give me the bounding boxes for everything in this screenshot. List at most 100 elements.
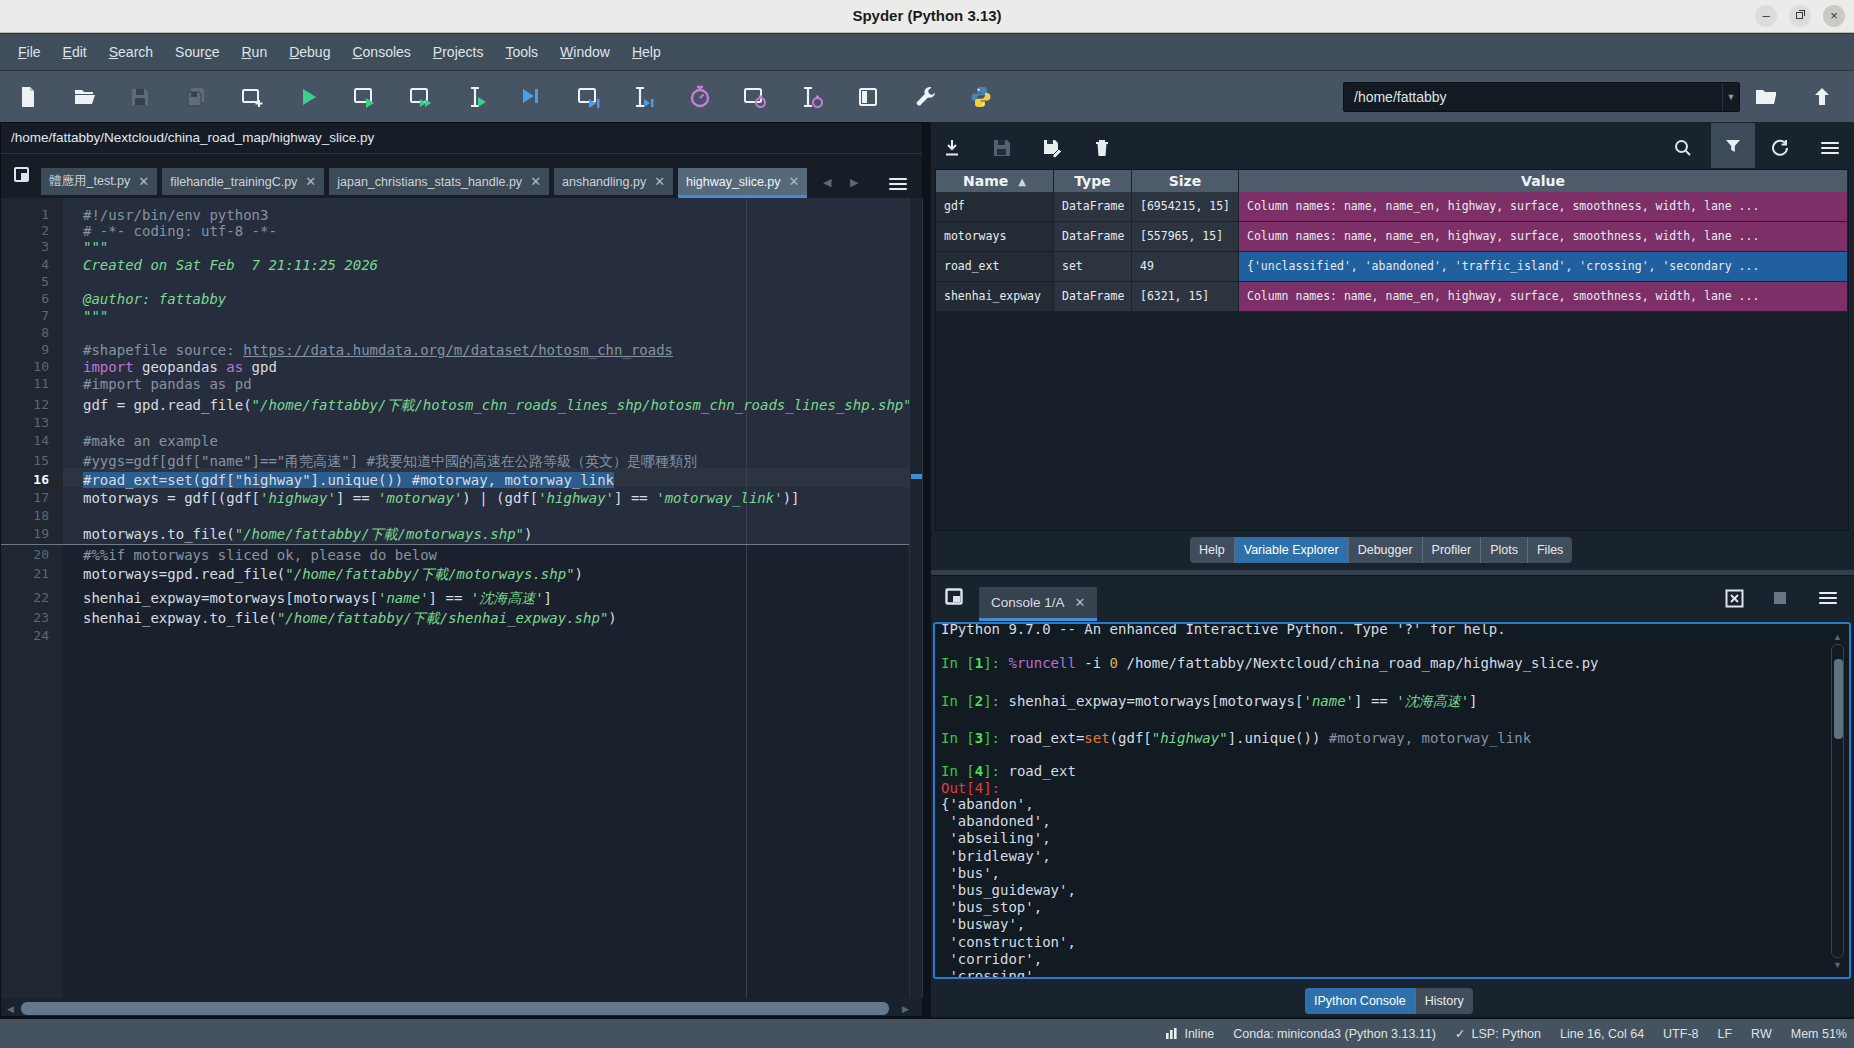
tab-debugger[interactable]: Debugger bbox=[1349, 537, 1423, 563]
run-cell-advance-button[interactable] bbox=[406, 83, 434, 111]
menu-source[interactable]: Source bbox=[164, 44, 230, 60]
tab-variable-explorer[interactable]: Variable Explorer bbox=[1235, 537, 1349, 563]
close-icon[interactable]: ✕ bbox=[654, 174, 665, 189]
status-lsp: ✓LSP: Python bbox=[1455, 1026, 1541, 1041]
save-file-button[interactable] bbox=[126, 83, 154, 111]
profile-cell-button[interactable] bbox=[741, 83, 769, 111]
editor-tab[interactable]: 體應用_test.py✕ bbox=[41, 168, 157, 195]
status-plotting: Inline bbox=[1165, 1027, 1214, 1041]
scrollbar-thumb[interactable] bbox=[1834, 659, 1843, 739]
tab-profiler[interactable]: Profiler bbox=[1423, 537, 1482, 563]
import-data-icon[interactable] bbox=[937, 133, 967, 163]
menu-debug[interactable]: Debug bbox=[278, 44, 341, 60]
editor-tab[interactable]: anshandling.py✕ bbox=[554, 168, 673, 195]
menu-search[interactable]: Search bbox=[98, 44, 164, 60]
filter-variables-icon[interactable] bbox=[1711, 123, 1755, 168]
close-button[interactable]: × bbox=[1823, 5, 1845, 27]
tab-plots[interactable]: Plots bbox=[1481, 537, 1528, 563]
line-number: 13 bbox=[33, 414, 49, 432]
variable-name: motorways bbox=[936, 222, 1054, 252]
variable-row[interactable]: road_extset49{'unclassified', 'abandoned… bbox=[936, 252, 1848, 282]
scroll-left-icon[interactable]: ◀ bbox=[7, 1004, 14, 1014]
refresh-variables-icon[interactable] bbox=[1765, 133, 1795, 163]
menu-edit[interactable]: Edit bbox=[52, 44, 98, 60]
close-icon[interactable]: ✕ bbox=[1075, 595, 1086, 610]
scroll-right-icon[interactable]: ▶ bbox=[902, 1004, 909, 1014]
console-tab[interactable]: Console 1/A✕ bbox=[979, 587, 1097, 618]
remove-all-variables-icon[interactable] bbox=[1087, 133, 1117, 163]
close-icon[interactable]: ✕ bbox=[530, 174, 541, 189]
new-console-icon[interactable] bbox=[939, 582, 969, 612]
profile-selection-button[interactable] bbox=[798, 83, 826, 111]
close-icon[interactable]: ✕ bbox=[138, 174, 149, 189]
run-file-button[interactable] bbox=[294, 83, 322, 111]
save-all-button[interactable] bbox=[182, 83, 210, 111]
tab-help[interactable]: Help bbox=[1190, 537, 1235, 563]
browse-directory-button[interactable] bbox=[1752, 83, 1780, 111]
close-icon[interactable]: ✕ bbox=[305, 174, 316, 189]
editor-options-menu-icon[interactable] bbox=[889, 175, 907, 193]
new-file-button[interactable] bbox=[14, 83, 42, 111]
open-file-button[interactable] bbox=[70, 83, 98, 111]
maximize-button[interactable] bbox=[1789, 5, 1811, 27]
variable-explorer-options-icon[interactable] bbox=[1815, 133, 1845, 163]
column-header-size[interactable]: Size bbox=[1132, 170, 1239, 192]
parent-directory-button[interactable] bbox=[1808, 83, 1836, 111]
variable-row[interactable]: gdfDataFrame[6954215, 15]Column names: n… bbox=[936, 192, 1848, 222]
working-directory-combobox[interactable]: /home/fattabby▼ bbox=[1343, 82, 1740, 112]
run-selection-button[interactable] bbox=[462, 83, 490, 111]
menu-projects[interactable]: Projects bbox=[422, 44, 495, 60]
close-icon[interactable]: ✕ bbox=[789, 174, 800, 189]
run-cell-button[interactable] bbox=[350, 83, 378, 111]
tab-scroll-right-icon[interactable]: ▶ bbox=[850, 176, 858, 189]
scroll-up-icon[interactable]: ▲ bbox=[1833, 632, 1842, 642]
new-cell-button[interactable] bbox=[238, 83, 266, 111]
variable-type: DataFrame bbox=[1054, 222, 1132, 252]
scrollbar-thumb[interactable] bbox=[21, 1002, 889, 1015]
editor-tab[interactable]: highway_slice.py✕ bbox=[678, 168, 807, 195]
column-header-value[interactable]: Value bbox=[1239, 170, 1848, 192]
interrupt-kernel-icon[interactable] bbox=[1765, 583, 1795, 613]
profile-file-button[interactable] bbox=[686, 83, 714, 111]
tab-ipython-console[interactable]: IPython Console bbox=[1305, 988, 1416, 1014]
column-header-type[interactable]: Type bbox=[1054, 170, 1132, 192]
tab-files[interactable]: Files bbox=[1528, 537, 1572, 563]
column-header-name[interactable]: Name ▲ bbox=[936, 170, 1054, 192]
editor-horizontal-scrollbar[interactable]: ◀ ▶ bbox=[1, 1001, 924, 1017]
menu-consoles[interactable]: Consoles bbox=[341, 44, 421, 60]
menu-run[interactable]: Run bbox=[230, 44, 278, 60]
ipython-console[interactable]: ▲ ▼ IPython 9.7.0 -- An enhanced Interac… bbox=[933, 622, 1851, 979]
menu-help[interactable]: Help bbox=[621, 44, 672, 60]
editor-tab[interactable]: filehandle_trainingC.py✕ bbox=[162, 168, 324, 195]
python-path-manager-button[interactable] bbox=[967, 83, 995, 111]
console-options-icon[interactable] bbox=[1813, 583, 1843, 613]
table-header[interactable]: Name ▲TypeSizeValue bbox=[936, 170, 1848, 192]
menu-window[interactable]: Window bbox=[549, 44, 621, 60]
minimize-button[interactable]: – bbox=[1755, 5, 1777, 27]
preferences-button[interactable] bbox=[911, 83, 939, 111]
check-icon: ✓ bbox=[1455, 1026, 1465, 1041]
debug-cell-button[interactable] bbox=[574, 83, 602, 111]
code-line: motorways.to_file("/home/fattabby/下載/mot… bbox=[83, 525, 532, 543]
debug-selection-button[interactable] bbox=[629, 83, 657, 111]
console-scrollbar[interactable]: ▲ ▼ bbox=[1831, 632, 1845, 970]
chevron-down-icon[interactable]: ▼ bbox=[1722, 83, 1739, 111]
variable-row[interactable]: shenhai_expwayDataFrame[6321, 15]Column … bbox=[936, 282, 1848, 312]
debug-file-button[interactable] bbox=[517, 83, 545, 111]
save-data-as-icon[interactable] bbox=[1037, 133, 1067, 163]
browse-tabs-icon[interactable] bbox=[14, 167, 32, 183]
variable-row[interactable]: motorwaysDataFrame[557965, 15]Column nam… bbox=[936, 222, 1848, 252]
search-variables-icon[interactable] bbox=[1668, 133, 1698, 163]
tab-scroll-left-icon[interactable]: ◀ bbox=[823, 176, 831, 189]
menu-file[interactable]: File bbox=[7, 44, 52, 60]
menu-tools[interactable]: Tools bbox=[494, 44, 549, 60]
save-data-icon[interactable] bbox=[987, 133, 1017, 163]
close-window-icon[interactable] bbox=[1719, 583, 1749, 613]
code-editor[interactable]: 123456789101112131415161718192021222324 … bbox=[1, 198, 924, 998]
editor-tab[interactable]: japan_christians_stats_handle.py✕ bbox=[329, 168, 549, 195]
tab-history[interactable]: History bbox=[1416, 988, 1473, 1014]
maximize-pane-button[interactable] bbox=[854, 83, 882, 111]
pane-splitter[interactable] bbox=[931, 570, 1854, 575]
scroll-down-icon[interactable]: ▼ bbox=[1833, 960, 1842, 970]
editor-vertical-scrollbar[interactable] bbox=[909, 198, 923, 998]
